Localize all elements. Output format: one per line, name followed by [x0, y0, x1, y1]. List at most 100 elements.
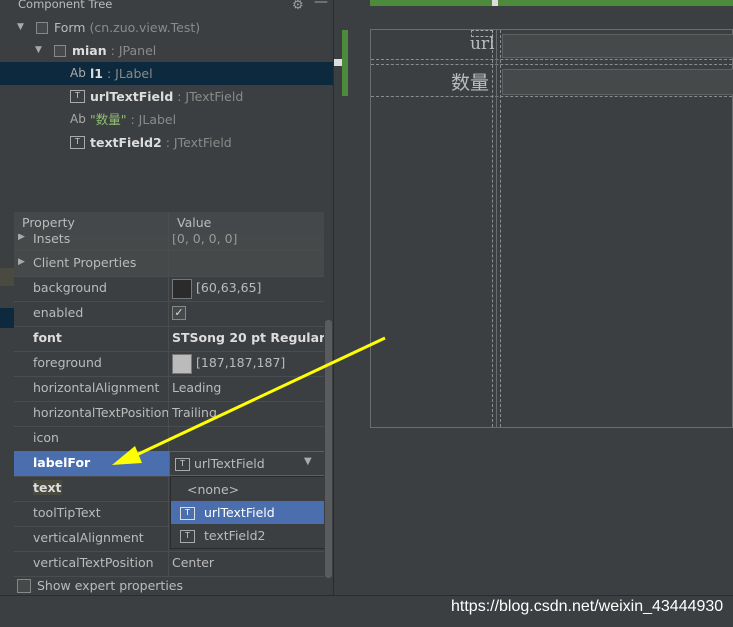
dropdown-option-textfield2[interactable]: T textField2 — [171, 524, 328, 547]
quantity-label-preview[interactable]: 数量 — [451, 68, 489, 95]
column-separator — [168, 426, 169, 451]
property-value[interactable]: Center — [172, 555, 214, 570]
property-row-foreground[interactable]: foreground [187,187,187] — [14, 351, 324, 377]
tree-node-label: l1 : JLabel — [90, 66, 153, 81]
property-value[interactable]: [187,187,187] — [196, 355, 285, 370]
property-name: horizontalTextPosition — [33, 405, 170, 420]
checkbox-icon — [54, 45, 66, 57]
column-divider — [500, 30, 501, 427]
property-row-vertical-text-position[interactable]: verticalTextPosition Center — [14, 551, 324, 577]
labelfor-combobox[interactable]: T urlTextField ▼ — [169, 451, 327, 476]
watermark-text: https://blog.csdn.net/weixin_43444930 — [451, 598, 724, 615]
property-row-insets[interactable]: ▶ Insets [0, 0, 0, 0] — [14, 234, 324, 251]
textfield-icon: T — [180, 530, 195, 543]
property-name: verticalAlignment — [33, 530, 144, 545]
combobox-value: urlTextField — [194, 456, 265, 471]
textfield-icon: T — [180, 507, 195, 520]
row-divider — [371, 59, 732, 60]
show-expert-label[interactable]: Show expert properties — [37, 578, 183, 593]
textfield-icon: T — [70, 90, 85, 103]
url-label-preview[interactable]: url — [470, 34, 495, 54]
tree-node-urltextfield[interactable]: T urlTextField : JTextField — [0, 85, 333, 108]
enabled-checkbox[interactable]: ✓ — [172, 306, 186, 320]
chevron-down-icon[interactable]: ▼ — [304, 456, 312, 467]
tree-node-label: urlTextField : JTextField — [90, 89, 244, 104]
property-name: labelFor — [33, 455, 91, 470]
tree-node-label: "数量" : JLabel — [90, 112, 177, 127]
column-separator — [168, 501, 169, 526]
property-row-font[interactable]: font STSong 20 pt Regular — [14, 326, 325, 352]
tree-node-mian[interactable]: ▼ mian : JPanel — [0, 39, 333, 62]
property-name: foreground — [33, 355, 102, 370]
tree-node-l1[interactable]: Ab l1 : JLabel — [0, 62, 333, 85]
column-separator — [168, 251, 169, 276]
property-row-horizontal-text-position[interactable]: horizontalTextPosition Trailing — [14, 401, 324, 427]
row-divider — [371, 96, 732, 97]
column-separator — [168, 476, 169, 501]
property-name: text — [33, 480, 62, 495]
quantity-text-field-preview[interactable] — [502, 69, 733, 95]
textfield-icon: T — [175, 458, 190, 471]
property-name: verticalTextPosition — [33, 555, 154, 570]
property-value: [0, 0, 0, 0] — [172, 234, 238, 246]
property-name: toolTipText — [33, 505, 101, 520]
column-guide-handle[interactable] — [492, 0, 498, 6]
property-row-enabled[interactable]: enabled ✓ — [14, 301, 324, 327]
property-value[interactable]: STSong 20 pt Regular — [172, 330, 325, 345]
label-icon: Ab — [70, 66, 86, 80]
tree-node-label: textField2 : JTextField — [90, 135, 232, 150]
show-expert-checkbox[interactable] — [17, 579, 31, 593]
labelfor-dropdown-list: <none> T urlTextField T textField2 — [170, 476, 329, 549]
dropdown-option-none[interactable]: <none> — [171, 478, 328, 501]
column-separator — [168, 276, 169, 301]
property-name: background — [33, 280, 107, 295]
gear-icon[interactable]: ⚙ — [292, 0, 306, 13]
form-canvas[interactable] — [370, 29, 733, 428]
option-label: <none> — [187, 482, 240, 497]
row-guide-bar — [342, 30, 348, 96]
column-separator — [168, 376, 169, 401]
property-scrollbar-thumb[interactable] — [325, 320, 332, 578]
expand-arrow-icon[interactable]: ▶ — [18, 234, 25, 242]
tree-node-label: Form (cn.zuo.view.Test) — [54, 20, 201, 35]
property-name: icon — [33, 430, 59, 445]
column-separator — [168, 551, 169, 576]
expand-arrow-icon[interactable]: ▼ — [17, 16, 24, 39]
property-row-horizontal-alignment[interactable]: horizontalAlignment Leading — [14, 376, 324, 402]
tree-node-textfield2[interactable]: T textField2 : JTextField — [0, 131, 333, 154]
tree-node-label: mian : JPanel — [72, 43, 157, 58]
property-value[interactable]: [60,63,65] — [196, 280, 261, 295]
color-swatch[interactable] — [172, 279, 192, 299]
property-name: font — [33, 330, 62, 345]
color-swatch[interactable] — [172, 354, 192, 374]
tree-node-form[interactable]: ▼ Form (cn.zuo.view.Test) — [0, 16, 333, 39]
value-column-header: Value — [177, 215, 212, 230]
left-gutter-marker — [0, 268, 14, 286]
property-column-header: Property — [22, 215, 75, 230]
property-row-client-properties[interactable]: ▶ Client Properties — [14, 251, 324, 277]
column-guide-bar — [370, 0, 733, 6]
property-name: horizontalAlignment — [33, 380, 160, 395]
expand-arrow-icon[interactable]: ▼ — [35, 39, 42, 62]
dropdown-option-urltextfield[interactable]: T urlTextField — [171, 501, 328, 524]
url-text-field-preview[interactable] — [502, 34, 733, 58]
column-separator — [168, 326, 169, 351]
row-guide-handle[interactable] — [334, 59, 342, 66]
checkbox-icon — [36, 22, 48, 34]
property-row-icon[interactable]: icon — [14, 426, 324, 452]
row-divider — [371, 64, 732, 65]
property-row-background[interactable]: background [60,63,65] — [14, 276, 324, 302]
property-name: enabled — [33, 305, 84, 320]
property-value[interactable]: Leading — [172, 380, 221, 395]
option-label: urlTextField — [204, 505, 275, 520]
option-label: textField2 — [204, 528, 266, 543]
column-divider — [496, 30, 497, 427]
expand-arrow-icon[interactable]: ▶ — [18, 257, 25, 267]
minimize-icon[interactable]: — — [314, 0, 328, 10]
column-separator — [168, 401, 169, 426]
tree-node-quantity-label[interactable]: Ab "数量" : JLabel — [0, 108, 333, 131]
column-separator — [168, 212, 169, 234]
column-separator — [168, 234, 169, 250]
property-name: Client Properties — [33, 255, 137, 270]
property-value[interactable]: Trailing — [172, 405, 217, 420]
